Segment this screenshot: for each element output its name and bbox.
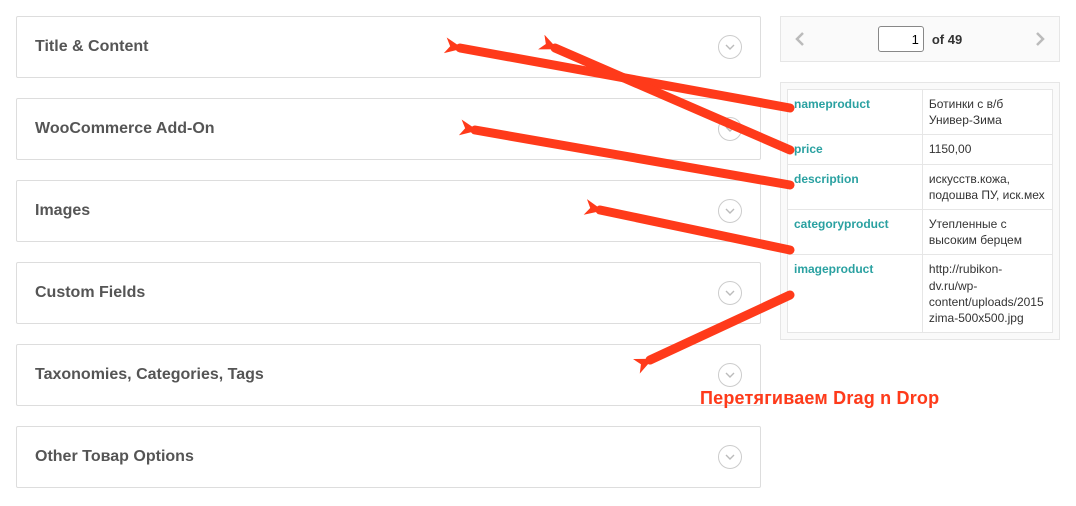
table-row: categoryproduct Утепленные с высоким бер… bbox=[788, 209, 1053, 254]
table-row: nameproduct Ботинки с в/б Универ-Зима bbox=[788, 90, 1053, 135]
panel-other-options[interactable]: Other Товар Options bbox=[16, 426, 761, 488]
chevron-right-icon[interactable] bbox=[1025, 25, 1053, 53]
panel-images[interactable]: Images bbox=[16, 180, 761, 242]
table-row: price 1150,00 bbox=[788, 135, 1053, 164]
field-key[interactable]: categoryproduct bbox=[788, 209, 923, 254]
field-value: Утепленные с высоким берцем bbox=[922, 209, 1052, 254]
panel-title: Custom Fields bbox=[35, 284, 145, 302]
pager: of 49 bbox=[780, 16, 1060, 62]
field-value: Ботинки с в/б Универ-Зима bbox=[922, 90, 1052, 135]
field-key[interactable]: nameproduct bbox=[788, 90, 923, 135]
chevron-down-icon[interactable] bbox=[718, 281, 742, 305]
fields-table: nameproduct Ботинки с в/б Универ-Зима pr… bbox=[780, 82, 1060, 340]
panel-taxonomies[interactable]: Taxonomies, Categories, Tags bbox=[16, 344, 761, 406]
field-value: 1150,00 bbox=[922, 135, 1052, 164]
chevron-down-icon[interactable] bbox=[718, 363, 742, 387]
annotation-text: Перетягиваем Drag n Drop bbox=[700, 388, 939, 409]
panel-title: WooCommerce Add-On bbox=[35, 120, 215, 138]
panel-title: Images bbox=[35, 202, 90, 220]
pager-current-input[interactable] bbox=[878, 26, 924, 52]
panel-title-content[interactable]: Title & Content bbox=[16, 16, 761, 78]
table-row: description искусств.кожа, подошва ПУ, и… bbox=[788, 164, 1053, 209]
panel-title: Title & Content bbox=[35, 38, 148, 56]
table-row: imageproduct http://rubikon-dv.ru/wp-con… bbox=[788, 255, 1053, 333]
field-key[interactable]: price bbox=[788, 135, 923, 164]
chevron-down-icon[interactable] bbox=[718, 445, 742, 469]
pager-of-label: of 49 bbox=[932, 32, 962, 47]
chevron-left-icon[interactable] bbox=[787, 25, 815, 53]
panel-title: Other Товар Options bbox=[35, 448, 194, 466]
field-key[interactable]: description bbox=[788, 164, 923, 209]
chevron-down-icon[interactable] bbox=[718, 35, 742, 59]
chevron-down-icon[interactable] bbox=[718, 117, 742, 141]
field-value: http://rubikon-dv.ru/wp-content/uploads/… bbox=[922, 255, 1052, 333]
field-key[interactable]: imageproduct bbox=[788, 255, 923, 333]
field-value: искусств.кожа, подошва ПУ, иск.мех bbox=[922, 164, 1052, 209]
panel-title: Taxonomies, Categories, Tags bbox=[35, 366, 264, 384]
panel-custom-fields[interactable]: Custom Fields bbox=[16, 262, 761, 324]
chevron-down-icon[interactable] bbox=[718, 199, 742, 223]
panel-woocommerce-addon[interactable]: WooCommerce Add-On bbox=[16, 98, 761, 160]
